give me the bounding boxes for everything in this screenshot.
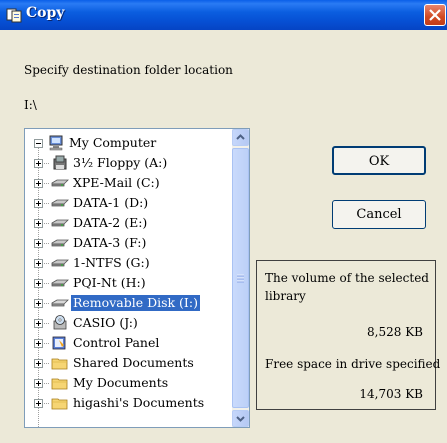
tree-item-label: DATA-2 (E:)	[73, 215, 148, 230]
current-path: I:\	[24, 98, 37, 112]
tree-item[interactable]: CASIO (J:)	[25, 313, 233, 333]
expand-icon[interactable]	[34, 359, 43, 368]
expand-icon[interactable]	[34, 259, 43, 268]
expand-icon[interactable]	[34, 399, 43, 408]
scroll-thumb[interactable]	[232, 148, 249, 408]
tree-item-label: CASIO (J:)	[73, 315, 138, 330]
expand-icon[interactable]	[34, 319, 43, 328]
prompt-label: Specify destination folder location	[24, 63, 233, 77]
tree-item-label: Control Panel	[73, 335, 160, 350]
scroll-down-button[interactable]	[232, 410, 249, 427]
chevron-down-icon	[236, 416, 245, 422]
hard-drive-icon	[51, 219, 69, 227]
expand-icon[interactable]	[34, 279, 43, 288]
cd-drive-icon	[53, 315, 67, 330]
folder-icon	[51, 398, 68, 410]
chevron-up-icon	[236, 134, 245, 140]
tree-item-label: 1-NTFS (G:)	[73, 255, 150, 270]
tree-item-label: 3½ Floppy (A:)	[73, 155, 168, 170]
tree-item[interactable]: PQI-Nt (H:)	[25, 273, 233, 293]
folder-icon	[51, 358, 68, 370]
tree-item-label: My Documents	[73, 375, 169, 390]
tree-item[interactable]: 3½ Floppy (A:)	[25, 153, 233, 173]
copy-icon	[6, 8, 22, 23]
tree-item-label: DATA-3 (F:)	[73, 235, 147, 250]
tree-item[interactable]: My Documents	[25, 373, 233, 393]
expand-icon[interactable]	[34, 379, 43, 388]
tree-item-label: higashi's Documents	[73, 395, 205, 410]
scroll-up-button[interactable]	[232, 129, 249, 146]
tree-item-label: PQI-Nt (H:)	[73, 275, 146, 290]
tree-item[interactable]: higashi's Documents	[25, 393, 233, 413]
close-icon	[429, 9, 441, 21]
tree-scrollbar[interactable]	[232, 129, 249, 427]
expand-icon[interactable]	[34, 179, 43, 188]
removable-disk-icon	[51, 299, 69, 307]
free-space-label: Free space in drive specified	[265, 357, 441, 371]
tree-item[interactable]: XPE-Mail (C:)	[25, 173, 233, 193]
cancel-button[interactable]: Cancel	[332, 200, 426, 229]
tree-item-selected[interactable]: Removable Disk (I:)	[25, 293, 233, 313]
tree-item[interactable]: DATA-2 (E:)	[25, 213, 233, 233]
free-space-value: 14,703 KB	[359, 387, 423, 401]
collapse-icon[interactable]	[34, 139, 43, 148]
tree-item-label: Shared Documents	[73, 355, 194, 370]
tree-item[interactable]: Shared Documents	[25, 353, 233, 373]
tree-root[interactable]: My Computer	[25, 133, 233, 153]
folder-icon	[51, 378, 68, 390]
hard-drive-icon	[51, 259, 69, 267]
grip-icon	[237, 274, 244, 283]
tree-item[interactable]: DATA-3 (F:)	[25, 233, 233, 253]
ok-button[interactable]: OK	[332, 146, 426, 175]
tree-item-label: XPE-Mail (C:)	[73, 175, 160, 190]
volume-label-2: library	[265, 289, 306, 303]
info-panel: The volume of the selected library 8,528…	[256, 260, 440, 410]
expand-icon[interactable]	[34, 159, 43, 168]
expand-icon[interactable]	[34, 339, 43, 348]
floppy-icon	[53, 155, 67, 170]
my-computer-icon	[49, 135, 63, 151]
hard-drive-icon	[51, 279, 69, 287]
expand-icon[interactable]	[34, 199, 43, 208]
tree-item-label: Removable Disk (I:)	[70, 294, 201, 312]
tree-item-label: DATA-1 (D:)	[73, 195, 149, 210]
volume-value: 8,528 KB	[367, 325, 423, 339]
window-title: Copy	[26, 5, 65, 21]
tree-root-label: My Computer	[69, 135, 157, 150]
expand-icon[interactable]	[34, 219, 43, 228]
expand-icon[interactable]	[34, 239, 43, 248]
hard-drive-icon	[51, 199, 69, 207]
control-panel-icon	[52, 336, 66, 350]
tree-item[interactable]: 1-NTFS (G:)	[25, 253, 233, 273]
folder-tree[interactable]: My Computer 3½ Floppy (A:) XPE-Mail (C:)	[24, 128, 250, 428]
title-bar: Copy	[0, 0, 447, 30]
close-button[interactable]	[424, 4, 446, 26]
tree-item[interactable]: DATA-1 (D:)	[25, 193, 233, 213]
tree-item[interactable]: Control Panel	[25, 333, 233, 353]
volume-label: The volume of the selected	[265, 271, 429, 285]
hard-drive-icon	[51, 239, 69, 247]
hard-drive-icon	[51, 179, 69, 187]
expand-icon[interactable]	[34, 299, 43, 308]
